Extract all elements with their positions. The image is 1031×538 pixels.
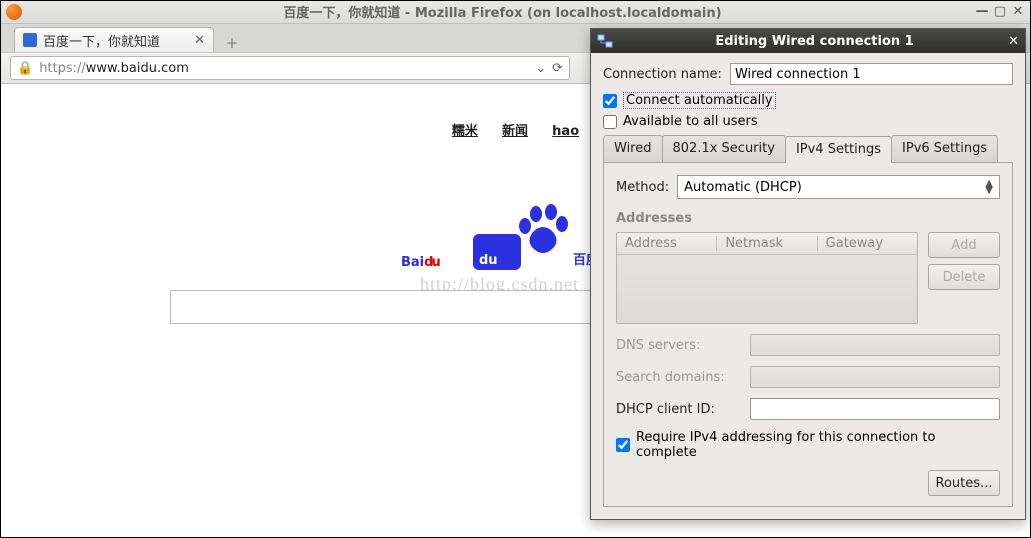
connect-auto-label: Connect automatically: [623, 92, 776, 109]
new-tab-button[interactable]: ＋: [220, 32, 244, 52]
method-label: Method:: [616, 180, 669, 195]
firefox-titlebar: 百度一下，你就知道 - Mozilla Firefox (on localhos…: [0, 0, 1031, 24]
method-select[interactable]: Automatic (DHCP) ▲▼: [677, 175, 1000, 199]
connect-auto-checkbox[interactable]: [603, 94, 617, 108]
logo-bai: Bai: [401, 255, 424, 270]
browser-tab[interactable]: 百度一下，你就知道 ✕: [14, 27, 214, 52]
tab-wired[interactable]: Wired: [603, 135, 663, 162]
paw-icon: [519, 204, 568, 253]
reload-icon[interactable]: ⟳: [552, 61, 563, 76]
link-hao[interactable]: hao: [552, 124, 579, 139]
maximize-button[interactable]: ▢: [993, 5, 1007, 19]
dns-label: DNS servers:: [616, 338, 740, 353]
chevron-down-icon[interactable]: ⌄: [535, 61, 546, 76]
avail-all-label: Available to all users: [623, 114, 758, 129]
tab-ipv4[interactable]: IPv4 Settings: [785, 136, 892, 163]
window-title: 百度一下，你就知道 - Mozilla Firefox (on localhos…: [30, 2, 975, 21]
conn-name-input[interactable]: [730, 63, 1013, 85]
tab-ipv6[interactable]: IPv6 Settings: [891, 135, 998, 162]
close-button[interactable]: ✕: [1011, 5, 1025, 19]
tab-title: 百度一下，你就知道: [43, 31, 160, 50]
tab-close-icon[interactable]: ✕: [194, 33, 205, 48]
dhcp-id-label: DHCP client ID:: [616, 402, 740, 417]
avail-all-checkbox[interactable]: [603, 115, 617, 129]
firefox-icon: [6, 4, 22, 20]
addresses-table[interactable]: Address Netmask Gateway: [616, 232, 918, 324]
svg-text:du: du: [479, 253, 498, 268]
dialog-close-icon[interactable]: ✕: [1008, 34, 1019, 49]
network-dialog: Editing Wired connection 1 ✕ Connection …: [590, 28, 1026, 520]
routes-button[interactable]: Routes...: [928, 470, 1000, 496]
dialog-title: Editing Wired connection 1: [621, 34, 1008, 49]
delete-button[interactable]: Delete: [928, 264, 1000, 290]
col-address: Address: [617, 236, 717, 251]
link-nuomi[interactable]: 糯米: [452, 124, 478, 139]
addresses-label: Addresses: [616, 211, 1000, 226]
minimize-button[interactable]: —: [975, 5, 989, 19]
require-ipv4-label: Require IPv4 addressing for this connect…: [636, 430, 1000, 460]
method-value: Automatic (DHCP): [684, 180, 802, 195]
col-netmask: Netmask: [717, 236, 817, 251]
dns-input: [750, 334, 1000, 356]
url-input[interactable]: 🔒 https://www.baidu.com ⌄ ⟳: [10, 56, 570, 80]
favicon-icon: [23, 33, 37, 47]
select-arrows-icon: ▲▼: [985, 180, 993, 194]
url-host: www.baidu.com: [86, 61, 189, 76]
notebook-tabs: Wired 802.1x Security IPv4 Settings IPv6…: [603, 135, 1013, 163]
url-scheme: https://: [39, 61, 86, 76]
dialog-titlebar[interactable]: Editing Wired connection 1 ✕: [591, 29, 1025, 53]
tab-8021x[interactable]: 802.1x Security: [662, 135, 786, 162]
add-button[interactable]: Add: [928, 232, 1000, 258]
link-news[interactable]: 新闻: [502, 124, 528, 139]
conn-name-label: Connection name:: [603, 67, 722, 82]
ipv4-page: Method: Automatic (DHCP) ▲▼ Addresses Ad…: [603, 163, 1013, 507]
search-input[interactable]: [170, 290, 620, 324]
col-gateway: Gateway: [818, 236, 917, 251]
lock-icon: 🔒: [17, 61, 33, 76]
svg-text:Baidu: Baidu: [401, 255, 441, 270]
search-domains-label: Search domains:: [616, 370, 740, 385]
search-domains-input: [750, 366, 1000, 388]
network-icon: [597, 33, 613, 49]
dhcp-id-input[interactable]: [750, 398, 1000, 420]
require-ipv4-checkbox[interactable]: [616, 438, 630, 452]
